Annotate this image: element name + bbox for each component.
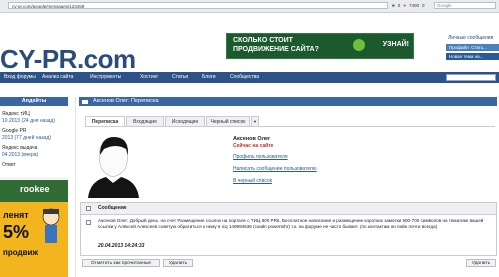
page-title: Аксенов Олег: Переписка <box>79 97 497 106</box>
tab-inbox[interactable]: Входящие <box>126 116 164 126</box>
ad-text-1: ленят <box>3 210 29 220</box>
blacklist-link[interactable]: В черный список <box>233 178 272 184</box>
nav-item-site-analysis[interactable]: Анализ сайта <box>42 72 73 83</box>
stat-icon: ● <box>403 3 406 8</box>
update-date-serp: 04.2013 (вчера) <box>2 152 39 158</box>
update-date-tic: 10.2013 (24 дня назад) <box>2 118 55 124</box>
delete-button[interactable]: Удалить <box>163 259 193 267</box>
update-label-serp[interactable]: Яндекс выдача <box>2 145 37 151</box>
user-avatar[interactable] <box>86 133 141 198</box>
table-header: Сообщение <box>81 203 496 215</box>
nav-item-blogs[interactable]: Блоги <box>202 72 216 83</box>
ad-text-3: продвиж <box>3 248 39 257</box>
private-messages-link[interactable]: Личные сообщения <box>448 35 493 41</box>
online-status: Сейчас на сайте <box>233 143 274 149</box>
user-profile-link[interactable]: Профиль пользователя <box>233 154 288 160</box>
play-icon <box>353 39 365 51</box>
mascot-icon <box>42 208 60 243</box>
ad-header: rookee <box>0 180 68 202</box>
ad-text-2: 5% <box>3 222 30 242</box>
message-date: 20.04.2013 14:24:33 <box>98 243 145 249</box>
ad-body: ленят 5% продвиж <box>0 202 68 277</box>
tab-outbox[interactable]: Исходящие <box>165 116 205 126</box>
tab-dropdown-chevron-icon[interactable]: ▼ <box>251 116 259 126</box>
user-panel: Профайл Стать... Новая тема на... <box>446 44 499 60</box>
nav-item-tools[interactable]: Инструменты <box>90 72 121 83</box>
sidebar-title: Апдейты <box>0 97 68 106</box>
column-divider <box>75 97 76 277</box>
stat-icon: ■ <box>392 3 395 8</box>
seo-stats-bar: ■ 0 ● 7400 0 <box>392 2 430 9</box>
nav-item-forums[interactable]: Вход форумы <box>4 72 36 83</box>
stat-value-3: 0 <box>421 3 425 8</box>
message-checkbox[interactable] <box>86 220 91 225</box>
update-label-pr[interactable]: Google PR <box>2 128 26 134</box>
messages-table: Сообщение Аксенов Олег: Добрый день. на … <box>80 202 497 256</box>
profile-name: Аксенов Олег <box>233 136 271 142</box>
browser-toolbar: cy-pr.com/people/messages/123459 ■ 0 ● 7… <box>0 0 499 13</box>
tabs-underline <box>85 126 495 127</box>
update-date-pr: 2013 (77 дней назад) <box>2 135 51 141</box>
ad-banner[interactable]: СКОЛЬКО СТОИТ ПРОДВИЖЕНИЕ САЙТА? УЗНАЙ! <box>226 33 414 59</box>
new-theme-button[interactable]: Новая тема на... <box>446 53 499 60</box>
nav-item-hosting[interactable]: Хостинг <box>140 72 158 83</box>
main-nav: Вход форумы Анализ сайта Инструменты Хос… <box>0 72 499 83</box>
nav-item-communities[interactable]: Сообщества <box>230 72 259 83</box>
stat-value-2: 7400 <box>408 3 419 8</box>
mark-read-button[interactable]: Отметить как прочитанные <box>82 259 160 267</box>
ad-brand: rookee <box>20 184 50 194</box>
column-header-message: Сообщение <box>98 205 127 211</box>
site-search-input[interactable] <box>446 74 496 81</box>
browser-search-input[interactable]: Google <box>434 2 496 9</box>
stat-value-1: 0 <box>397 3 401 8</box>
tab-blacklist[interactable]: Черный список <box>206 116 250 126</box>
write-message-link[interactable]: Написать сообщение пользователю <box>233 166 317 172</box>
update-label-tic[interactable]: Яндекс тИЦ <box>2 111 30 117</box>
profile-button[interactable]: Профайл Стать... <box>446 44 499 51</box>
address-bar[interactable]: cy-pr.com/people/messages/123459 <box>8 2 388 9</box>
conversation-icon <box>82 100 88 104</box>
delete-button-right[interactable]: Удалить <box>466 259 496 267</box>
select-all-checkbox[interactable] <box>86 206 91 211</box>
site-logo[interactable]: CY-PR.com <box>0 44 136 75</box>
nav-item-articles[interactable]: Статьи <box>172 72 188 83</box>
sidebar-answer-link[interactable]: Ответ <box>2 162 16 168</box>
message-text: Аксенов Олег: Добрый день. на счет Разме… <box>98 218 484 229</box>
banner-cta: УЗНАЙ! <box>382 41 409 48</box>
banner-text: СКОЛЬКО СТОИТ ПРОДВИЖЕНИЕ САЙТА? <box>233 37 319 53</box>
sidebar-ad[interactable]: rookee ленят 5% продвиж <box>0 177 68 277</box>
